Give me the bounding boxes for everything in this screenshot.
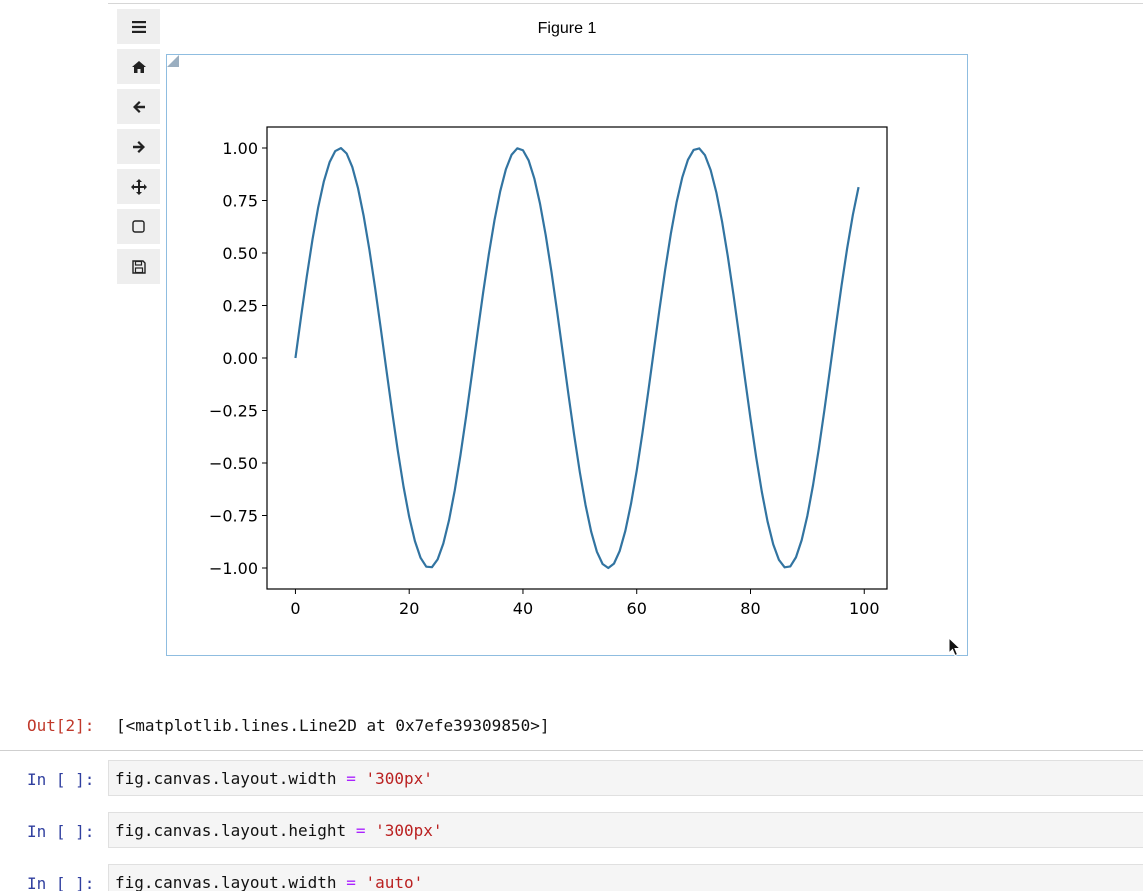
previous-cell-edge	[108, 0, 1143, 4]
code-editor[interactable]: fig.canvas.layout.height = '300px'	[108, 812, 1143, 848]
figure-title: Figure 1	[537, 20, 597, 37]
arrow-right-icon	[132, 140, 146, 154]
code-operator: =	[355, 821, 366, 840]
resize-handle[interactable]	[167, 55, 179, 67]
hamburger-icon	[131, 20, 146, 33]
code-lhs: fig.canvas.layout.width	[115, 873, 337, 891]
in-prompt: In [ ]:	[27, 874, 95, 891]
x-tick-label: 20	[399, 599, 419, 618]
x-tick-label: 40	[513, 599, 533, 618]
in-prompt: In [ ]:	[27, 822, 95, 841]
back-button[interactable]	[117, 89, 160, 124]
line-chart: 0 20 40 60 80 100 1.00 0.75 0.50 0.25 0.00 −0.25 −0.…	[209, 126, 888, 618]
code-string: '300px'	[375, 821, 443, 840]
figure-canvas[interactable]: 0 20 40 60 80 100 1.00 0.75 0.50 0.25 0.00 −0.25 −0.…	[166, 54, 968, 656]
forward-button[interactable]	[117, 129, 160, 164]
move-icon	[130, 178, 147, 195]
x-tick-label: 0	[290, 599, 300, 618]
square-icon	[132, 220, 145, 233]
code-operator: =	[346, 769, 356, 788]
y-tick-label: −0.25	[209, 402, 258, 421]
code-string: '300px'	[365, 769, 433, 788]
y-tick-label: 0.50	[222, 244, 258, 263]
code-lhs: fig.canvas.layout.width	[115, 769, 337, 788]
code-cell: In [ ]: fig.canvas.layout.width = '300px…	[0, 760, 1143, 798]
code-editor[interactable]: fig.canvas.layout.width = '300px'	[108, 760, 1143, 796]
save-button[interactable]	[117, 249, 160, 284]
x-tick-label: 60	[627, 599, 647, 618]
code-cell: In [ ]: fig.canvas.layout.height = '300p…	[0, 812, 1143, 850]
menu-button[interactable]	[117, 9, 160, 44]
arrow-left-icon	[132, 100, 146, 114]
y-tick-label: −1.00	[209, 559, 258, 578]
pan-button[interactable]	[117, 169, 160, 204]
code-string: 'auto'	[365, 873, 424, 891]
mouse-cursor-icon	[948, 637, 962, 657]
out-prompt: Out[2]:	[27, 716, 95, 735]
in-prompt: In [ ]:	[27, 770, 95, 789]
y-tick-label: 0.25	[222, 297, 258, 316]
home-icon	[131, 60, 146, 73]
zoom-button[interactable]	[117, 209, 160, 244]
code-editor[interactable]: fig.canvas.layout.width = 'auto'	[108, 864, 1143, 891]
x-tick-label: 80	[740, 599, 760, 618]
code-operator: =	[346, 873, 356, 891]
code-lhs: fig.canvas.layout.height	[115, 821, 347, 840]
y-tick-label: −0.75	[209, 507, 258, 526]
x-tick-label: 100	[849, 599, 880, 618]
figure-toolbar	[117, 9, 160, 289]
output-area: Out[2]: [<matplotlib.lines.Line2D at 0x7…	[0, 712, 1143, 740]
home-button[interactable]	[117, 49, 160, 84]
floppy-icon	[131, 259, 146, 274]
y-tick-label: 1.00	[222, 139, 258, 158]
y-tick-label: 0.75	[222, 192, 258, 211]
cell-divider	[0, 750, 1143, 751]
output-text: [<matplotlib.lines.Line2D at 0x7efe39309…	[116, 716, 550, 735]
y-tick-label: −0.50	[209, 454, 258, 473]
code-cell: In [ ]: fig.canvas.layout.width = 'auto'	[0, 864, 1143, 891]
y-tick-label: 0.00	[222, 349, 258, 368]
